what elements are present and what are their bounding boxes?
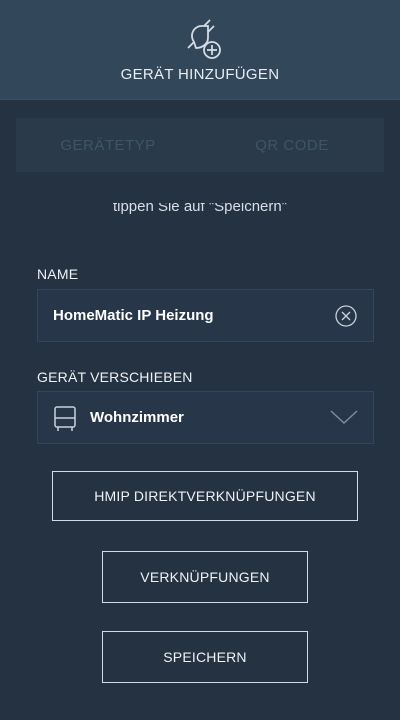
name-label: NAME <box>37 266 79 282</box>
room-value: Wohnzimmer <box>90 409 184 426</box>
move-device-label: GERÄT VERSCHIEBEN <box>37 369 193 385</box>
direct-links-button[interactable]: HMIP DIREKTVERKNÜPFUNGEN <box>52 471 358 521</box>
name-value[interactable]: HomeMatic IP Heizung <box>53 290 214 341</box>
name-field[interactable]: HomeMatic IP Heizung <box>37 289 374 342</box>
dialog-title: GERÄT HINZUFÜGEN <box>120 66 280 83</box>
room-select[interactable]: Wohnzimmer <box>37 391 374 444</box>
save-button[interactable]: SPEICHERN <box>102 631 308 683</box>
clear-circle-icon[interactable] <box>334 304 358 328</box>
links-button[interactable]: VERKNÜPFUNGEN <box>102 551 308 603</box>
tab-device-type[interactable]: GERÄTETYP <box>16 118 200 172</box>
instruction-text: tippen Sie auf "Speichern" <box>112 203 288 215</box>
tab-qr-code[interactable]: QR CODE <box>200 118 384 172</box>
sofa-icon <box>54 406 76 431</box>
tab-bar: GERÄTETYP QR CODE <box>16 118 384 172</box>
chevron-down-icon[interactable] <box>329 408 359 426</box>
plug-plus-icon <box>187 19 221 59</box>
dialog-header: GERÄT HINZUFÜGEN <box>0 0 400 100</box>
